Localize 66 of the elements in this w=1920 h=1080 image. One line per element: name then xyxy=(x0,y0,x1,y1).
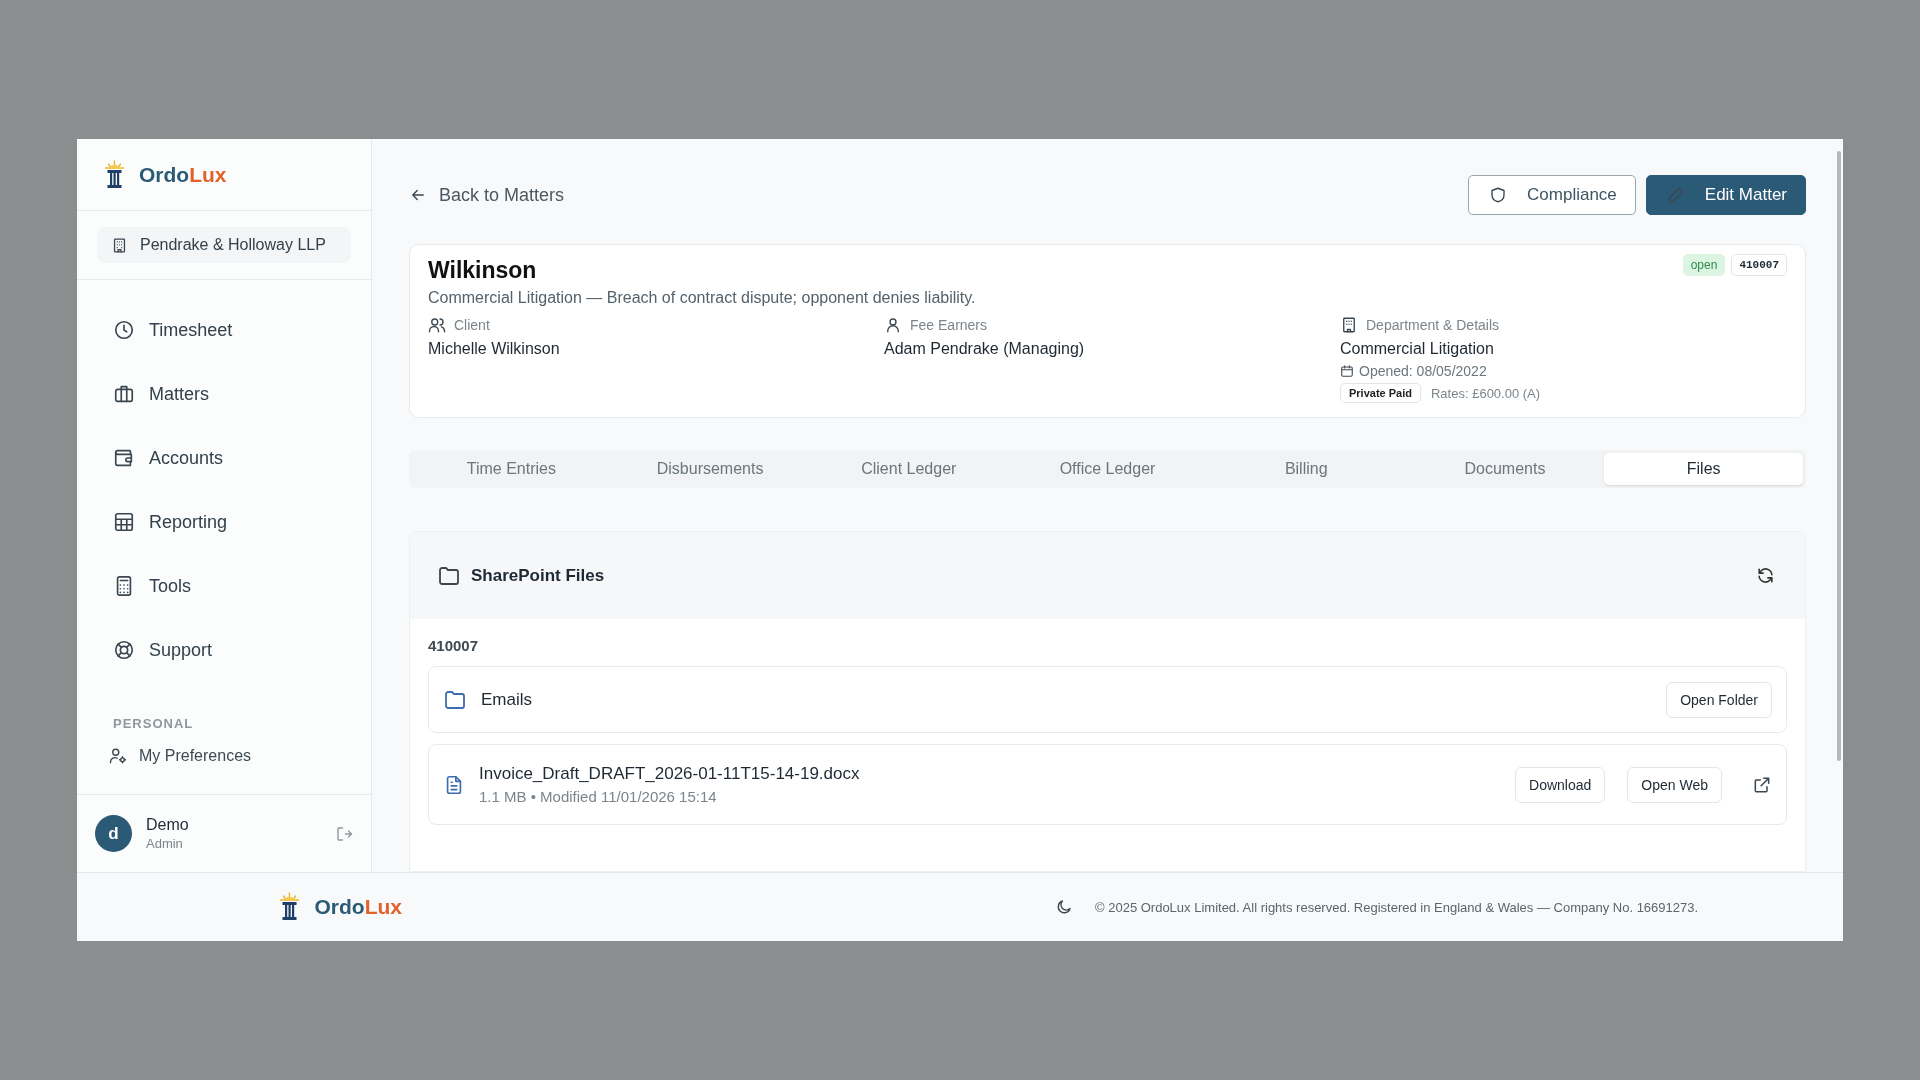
user-icon xyxy=(884,316,902,334)
tab[interactable]: Billing xyxy=(1206,453,1406,485)
moon-icon xyxy=(1055,898,1073,916)
brand-name: OrdoLux xyxy=(139,162,227,187)
client-name: Michelle Wilkinson xyxy=(428,340,561,358)
file-name: Invoice_Draft_DRAFT_2026-01-11T15-14-19.docx xyxy=(479,764,861,784)
tab[interactable]: Time Entries xyxy=(412,453,611,485)
pencil-icon xyxy=(1666,186,1685,204)
user-role: Admin xyxy=(146,836,184,851)
shield-icon xyxy=(1489,186,1508,204)
user-name: Demo xyxy=(146,816,190,834)
tab[interactable]: Office Ledger xyxy=(1008,453,1207,485)
wallet-icon xyxy=(113,447,135,469)
nav-item[interactable]: Tools xyxy=(113,554,371,618)
fee-earner-name: Adam Pendrake (Managing) xyxy=(884,340,1086,358)
rates-text: Rates: £600.00 (A) xyxy=(1431,385,1541,401)
status-badge: open xyxy=(1682,254,1726,276)
user-settings-icon xyxy=(109,747,127,765)
tab[interactable]: Client Ledger xyxy=(809,453,1009,485)
building-icon xyxy=(111,236,128,254)
briefcase-icon xyxy=(113,383,135,405)
back-link[interactable]: Back to Matters xyxy=(439,184,565,206)
action-button[interactable]: Download xyxy=(1515,766,1606,803)
nav-item[interactable]: Timesheet xyxy=(113,298,371,362)
nav-item[interactable]: Accounts xyxy=(113,426,371,490)
matter-number: 410007 xyxy=(1731,254,1787,276)
refresh-icon[interactable] xyxy=(1756,566,1775,585)
section-heading: PERSONAL xyxy=(113,716,195,731)
tab[interactable]: Disbursements xyxy=(610,453,810,485)
matter-description: Commercial Litigation — Breach of contract dispute; opponent denies liability. xyxy=(428,289,977,307)
calendar-icon xyxy=(1340,364,1354,378)
user-avatar[interactable]: d xyxy=(95,815,132,852)
clock-icon xyxy=(113,319,135,341)
firm-selector[interactable]: Pendrake & Holloway LLP xyxy=(97,227,351,263)
opened-date: Opened: 08/05/2022 xyxy=(1359,363,1487,379)
copyright-text: © 2025 OrdoLux Limited. All rights reserved. Registered in England & Wales — Company No. 16691273. xyxy=(1095,899,1699,915)
compliance-button[interactable]: Compliance xyxy=(1468,175,1636,215)
field-label: Fee Earners xyxy=(910,317,988,333)
action-button[interactable]: Open Folder xyxy=(1666,681,1772,718)
nav-item[interactable]: Matters xyxy=(113,362,371,426)
brand-name: OrdoLux xyxy=(314,895,402,919)
panel-title: SharePoint Files xyxy=(471,565,606,586)
table-icon xyxy=(113,511,135,533)
nav-item[interactable]: Reporting xyxy=(113,490,371,554)
tab[interactable]: Files xyxy=(1604,453,1804,485)
folder-row[interactable]: Emails Open Folder xyxy=(428,666,1787,733)
pillar-icon xyxy=(279,892,301,922)
action-button[interactable]: Open Web xyxy=(1627,766,1722,803)
lifebuoy-icon xyxy=(113,639,135,661)
field-label: Department & Details xyxy=(1366,317,1500,333)
file-row[interactable]: Invoice_Draft_DRAFT_2026-01-11T15-14-19.docx 1.1 MB • Modified 11/01/2026 15:14 Download Open Web xyxy=(428,744,1787,825)
nav-item[interactable]: Support xyxy=(113,618,371,682)
folder-path: 410007 xyxy=(428,637,480,654)
scrollbar[interactable] xyxy=(1837,151,1841,761)
file-meta: 1.1 MB • Modified 11/01/2026 15:14 xyxy=(479,788,718,805)
funding-tag: Private Paid xyxy=(1340,383,1421,403)
edit-button[interactable]: Edit Matter xyxy=(1645,175,1806,215)
pillar-icon xyxy=(104,159,125,190)
building-icon xyxy=(1340,316,1358,334)
nav-item[interactable]: My Preferences xyxy=(109,747,371,765)
users-icon xyxy=(428,316,446,334)
field-label: Client xyxy=(454,317,490,333)
tab[interactable]: Documents xyxy=(1405,453,1605,485)
matter-title: Wilkinson xyxy=(428,257,537,284)
folder-name: Emails xyxy=(481,689,533,710)
department-name: Commercial Litigation xyxy=(1340,340,1495,358)
